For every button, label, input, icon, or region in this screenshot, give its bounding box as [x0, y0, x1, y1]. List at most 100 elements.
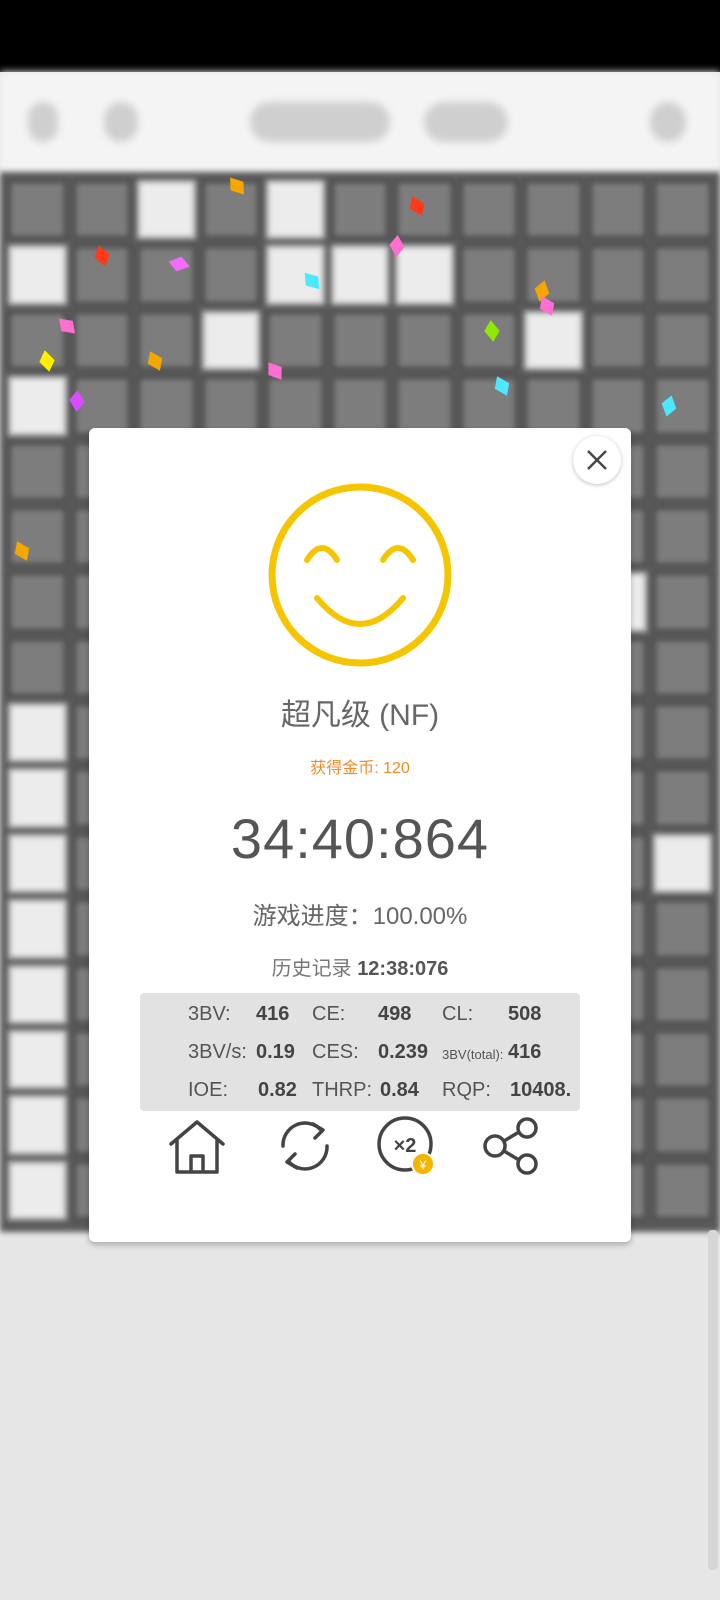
toolbar-icon	[104, 102, 138, 142]
restart-button[interactable]	[273, 1114, 337, 1178]
board-cell	[653, 1095, 712, 1155]
double-coins-label: ×2	[394, 1135, 417, 1157]
blurred-toolbar	[0, 72, 720, 172]
stat-3bv-value: 416	[256, 1003, 290, 1025]
restart-icon	[281, 1121, 329, 1171]
board-cell	[137, 376, 196, 436]
board-cell	[395, 180, 454, 240]
board-cell	[459, 180, 519, 240]
board-cell	[524, 376, 583, 436]
back-icon	[28, 102, 58, 142]
board-cell	[8, 376, 67, 436]
board-cell	[266, 376, 325, 436]
board-cell	[201, 245, 261, 305]
stat-thrp-label: THRP:	[312, 1079, 372, 1101]
board-cell	[137, 245, 196, 305]
board-cell	[653, 768, 712, 828]
board-cell	[201, 376, 261, 436]
board-cell	[201, 310, 261, 371]
board-cell	[266, 310, 325, 371]
stat-3bv-total-value: 416	[508, 1041, 542, 1063]
board-cell	[8, 506, 67, 567]
board-cell	[524, 180, 583, 240]
toolbar-icon	[650, 102, 686, 142]
stat-3bv-total-label: 3BV(total):	[442, 1047, 504, 1062]
best-record: 历史记录 12:38:076	[89, 952, 631, 981]
board-cell	[653, 180, 712, 240]
home-button[interactable]	[165, 1114, 229, 1178]
board-cell	[459, 310, 519, 371]
board-cell	[72, 310, 132, 371]
board-cell	[330, 310, 390, 371]
share-icon	[483, 1117, 538, 1175]
board-cell	[653, 1160, 712, 1220]
stat-ce-value: 498	[378, 1003, 412, 1025]
board-cell	[653, 245, 712, 305]
board-cell	[8, 1029, 67, 1090]
board-cell	[330, 245, 390, 305]
stat-ioe-value: 0.82	[258, 1079, 297, 1101]
game-progress: 游戏进度：100.00%	[252, 903, 468, 930]
board-cell	[653, 572, 712, 632]
scrollbar	[708, 1230, 718, 1570]
result-dialog: 超凡级 (NF) 获得金币: 120 34:40:864 游戏进度：100.00…	[89, 428, 631, 1242]
share-button[interactable]	[479, 1114, 543, 1178]
board-cell	[653, 441, 712, 501]
board-cell	[8, 833, 67, 894]
toolbar-stat	[424, 102, 508, 142]
stat-ioe-label: IOE:	[188, 1079, 229, 1101]
board-cell	[653, 703, 712, 763]
board-cell	[653, 964, 712, 1024]
board-cell	[8, 310, 67, 371]
board-cell	[137, 310, 196, 371]
board-cell	[266, 180, 325, 240]
best-record-label: 历史记录	[271, 958, 352, 980]
board-cell	[653, 506, 712, 567]
board-cell	[459, 245, 519, 305]
board-cell	[395, 376, 454, 436]
board-cell	[8, 637, 67, 697]
game-time: 34:40:864	[230, 807, 490, 870]
coins-earned: 获得金币: 120	[310, 760, 410, 777]
board-cell	[459, 376, 519, 436]
board-cell	[653, 899, 712, 959]
board-cell	[395, 245, 454, 305]
rank-label: 超凡级 (NF)	[280, 699, 440, 732]
stat-rqp-label: RQP:	[442, 1079, 491, 1101]
stat-thrp-value: 0.84	[380, 1079, 419, 1101]
close-icon	[587, 450, 607, 470]
board-cell	[8, 703, 67, 763]
toolbar-stat	[250, 102, 390, 142]
board-cell	[653, 1029, 712, 1090]
board-cell	[588, 180, 648, 240]
board-cell	[524, 245, 583, 305]
board-cell	[524, 310, 583, 371]
board-cell	[8, 768, 67, 828]
board-cell	[8, 1095, 67, 1155]
board-cell	[137, 180, 196, 240]
confetti-piece	[58, 318, 76, 334]
board-cell	[72, 180, 132, 240]
smiley-icon	[268, 483, 452, 667]
coin-symbol: ¥	[419, 1158, 427, 1172]
stat-3bvs-value: 0.19	[256, 1041, 295, 1063]
home-icon	[169, 1120, 225, 1174]
board-cell	[8, 1160, 67, 1220]
stat-ces-label: CES:	[312, 1041, 359, 1063]
stat-rqp-value: 10408.	[510, 1079, 572, 1101]
board-cell	[8, 245, 67, 305]
board-cell	[8, 572, 67, 632]
double-coins-icon: ×2 ¥	[377, 1116, 435, 1176]
board-cell	[330, 376, 390, 436]
stat-3bv-label: 3BV:	[188, 1003, 231, 1025]
board-cell	[395, 310, 454, 371]
board-cell	[588, 376, 648, 436]
double-coins-button[interactable]: ×2 ¥	[375, 1114, 439, 1178]
stat-ce-label: CE:	[312, 1003, 346, 1025]
best-record-time: 12:38:076	[357, 958, 449, 980]
close-button[interactable]	[573, 436, 621, 484]
stats-panel: 3BV: 416 CE: 498 CL: 508 3BV/s: 0.19 CES…	[140, 993, 580, 1111]
stat-cl-value: 508	[508, 1003, 542, 1025]
board-cell	[588, 310, 648, 371]
board-cell	[8, 441, 67, 501]
